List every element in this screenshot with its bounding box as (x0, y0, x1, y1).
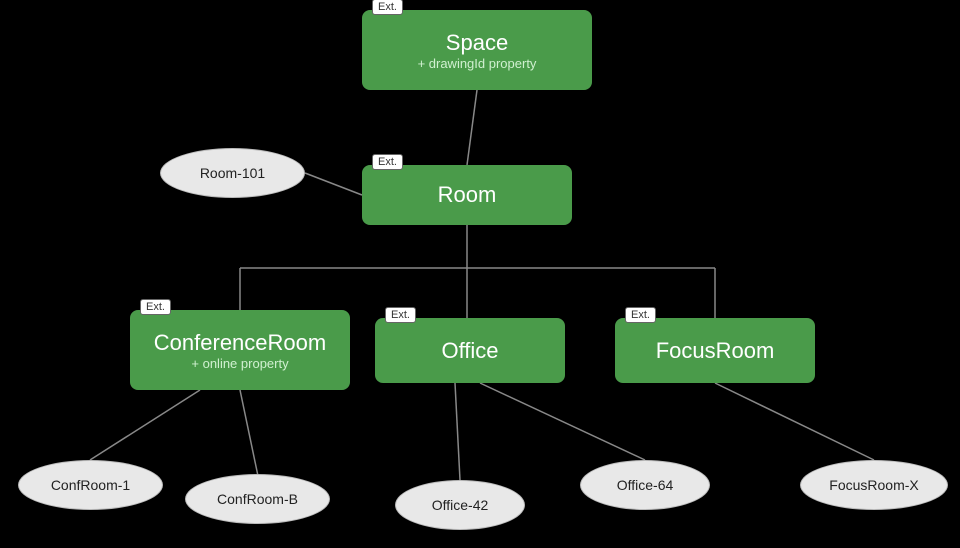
room-title: Room (438, 182, 497, 208)
space-title: Space (446, 30, 508, 56)
conferenceroom-sub: + online property (191, 356, 288, 371)
confroom1-label: ConfRoom-1 (51, 477, 130, 493)
focusroomX-ellipse: FocusRoom-X (800, 460, 948, 510)
conferenceroom-ext-badge: Ext. (140, 299, 171, 315)
office64-label: Office-64 (617, 477, 674, 493)
conferenceroom-title: ConferenceRoom (154, 330, 326, 356)
diagram-container: Ext. Space + drawingId property Ext. Roo… (0, 0, 960, 548)
office-box: Ext. Office (375, 318, 565, 383)
room-ext-badge: Ext. (372, 154, 403, 170)
conferenceroom-box: Ext. ConferenceRoom + online property (130, 310, 350, 390)
confroomB-ellipse: ConfRoom-B (185, 474, 330, 524)
office42-label: Office-42 (432, 497, 489, 513)
focusroom-title: FocusRoom (656, 338, 775, 364)
confroomB-label: ConfRoom-B (217, 491, 298, 507)
focusroom-box: Ext. FocusRoom (615, 318, 815, 383)
room101-label: Room-101 (200, 165, 265, 181)
room-box: Ext. Room (362, 165, 572, 225)
office-title: Office (441, 338, 498, 364)
space-sub: + drawingId property (418, 56, 537, 71)
office42-ellipse: Office-42 (395, 480, 525, 530)
confroom1-ellipse: ConfRoom-1 (18, 460, 163, 510)
focusroomX-label: FocusRoom-X (829, 477, 918, 493)
focusroom-ext-badge: Ext. (625, 307, 656, 323)
office-ext-badge: Ext. (385, 307, 416, 323)
space-ext-badge: Ext. (372, 0, 403, 15)
room101-ellipse: Room-101 (160, 148, 305, 198)
office64-ellipse: Office-64 (580, 460, 710, 510)
space-box: Ext. Space + drawingId property (362, 10, 592, 90)
